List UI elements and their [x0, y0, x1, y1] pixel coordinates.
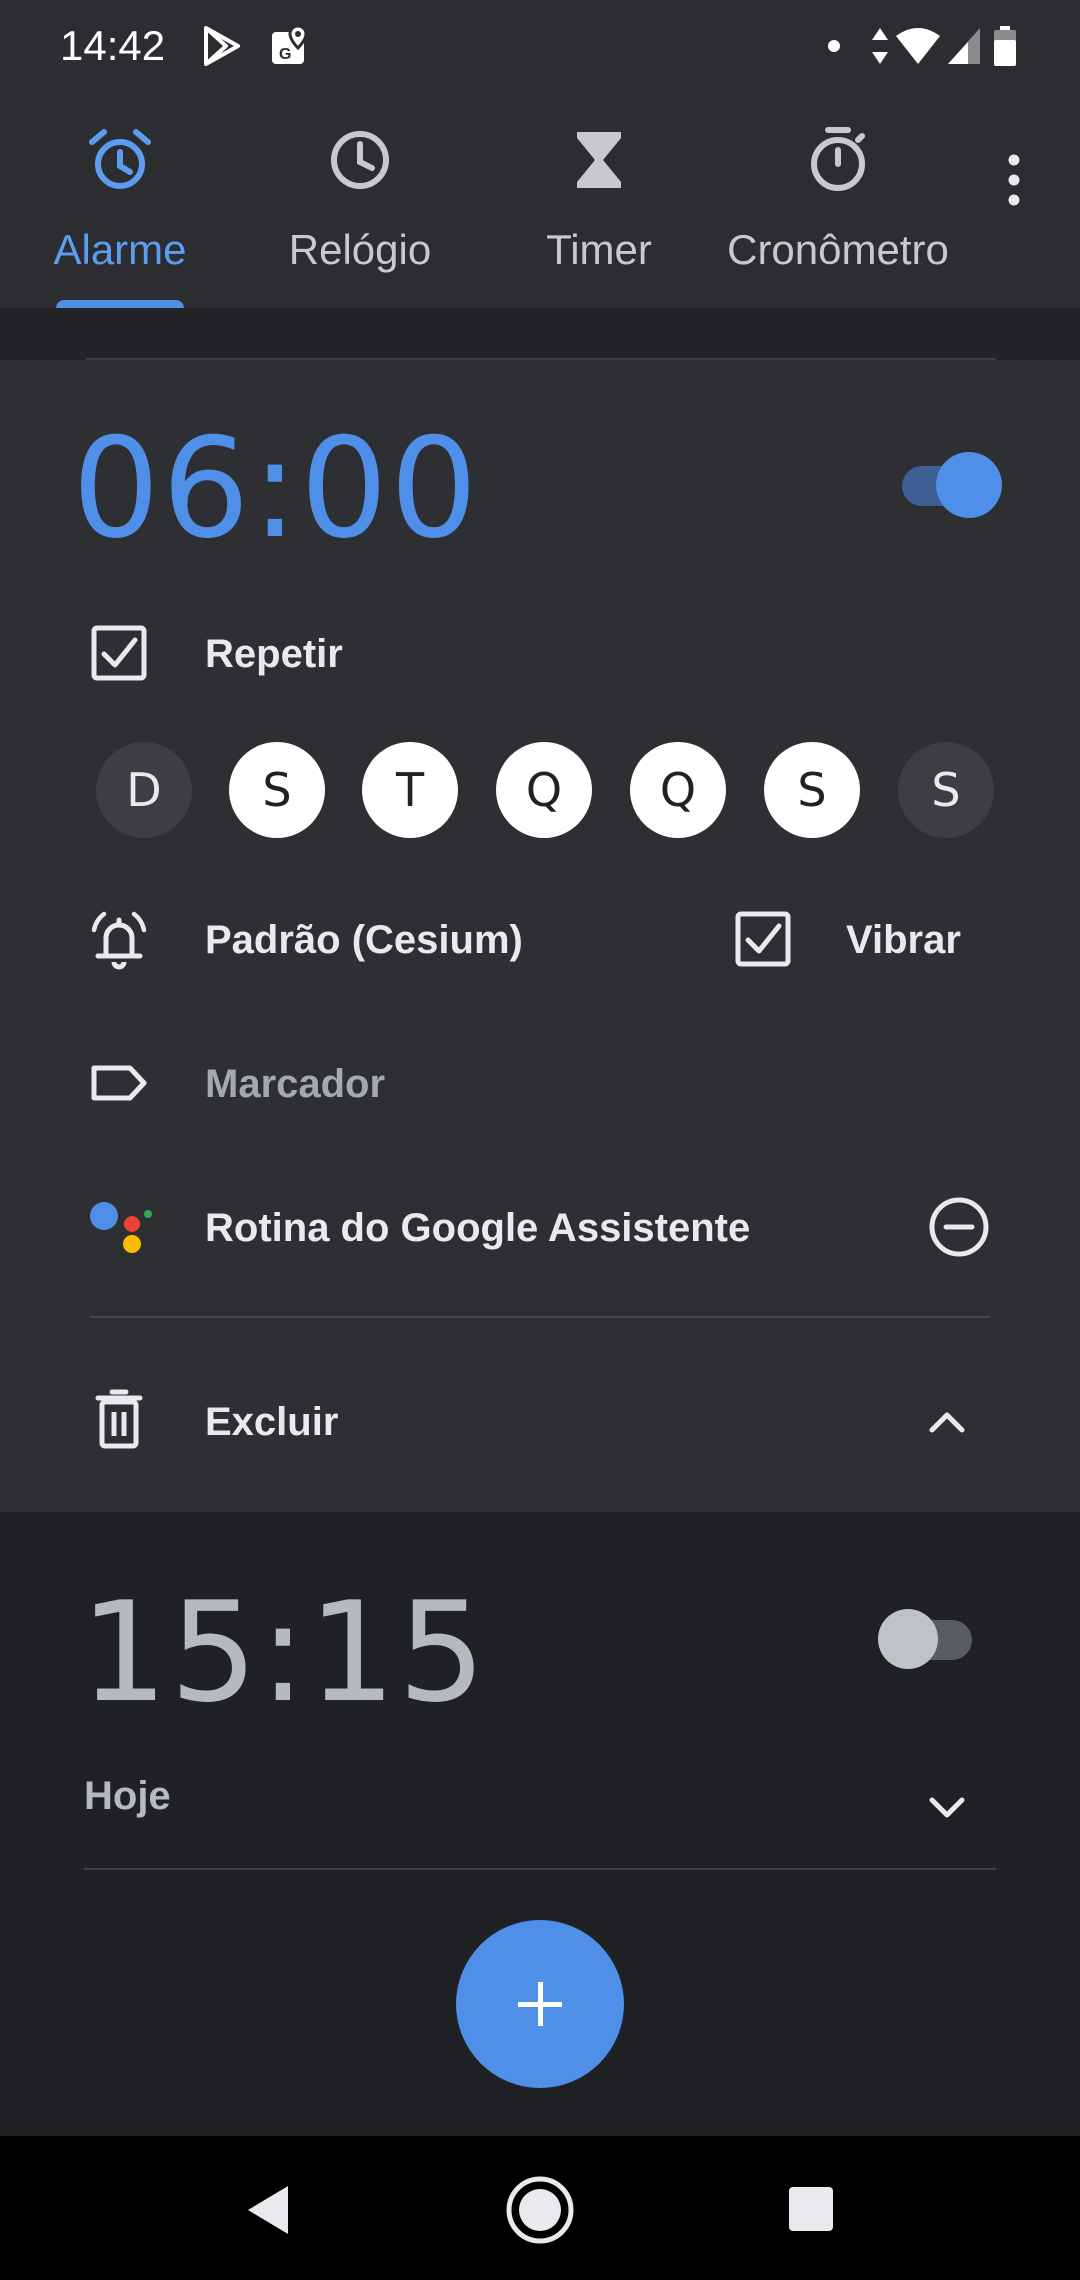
alarm-card-collapsed[interactable]: 15:15 Hoje: [0, 1512, 1080, 1912]
tab-label: Alarme: [53, 226, 187, 273]
alarm-schedule: Hoje: [84, 1774, 171, 1818]
add-alarm-button[interactable]: [456, 1920, 624, 2088]
plus-icon: [538, 1982, 543, 2026]
alarm-icon: [89, 129, 151, 189]
tab-bar: Alarme Relógio Timer Cronômetro: [0, 96, 1080, 308]
checkbox-checked-icon[interactable]: [86, 620, 152, 686]
days-row: D S T Q Q S S: [0, 742, 1080, 842]
vibrate-label: Vibrar: [846, 918, 961, 962]
alarm-toggle[interactable]: [902, 452, 1002, 518]
label-tag-icon: [91, 1065, 147, 1101]
repeat-label: Repetir: [205, 632, 343, 676]
toggle-thumb: [936, 452, 1002, 518]
day-sunday[interactable]: D: [96, 742, 192, 838]
tab-label: Relógio: [288, 226, 432, 273]
alarm-time[interactable]: 15:15: [80, 1572, 488, 1733]
back-icon[interactable]: [242, 2182, 294, 2238]
home-icon[interactable]: [504, 2174, 576, 2246]
ringtone-row: Padrão (Cesium) Vibrar: [0, 900, 1080, 980]
day-friday[interactable]: S: [764, 742, 860, 838]
day-monday[interactable]: S: [229, 742, 325, 838]
trash-icon[interactable]: [86, 1386, 152, 1452]
alarm-toggle[interactable]: [878, 1606, 974, 1672]
repeat-row[interactable]: Repetir: [0, 614, 1080, 694]
chevron-up-icon[interactable]: [914, 1388, 980, 1454]
notification-dot-icon: [828, 40, 840, 52]
status-time: 14:42: [60, 22, 166, 69]
day-tuesday[interactable]: T: [362, 742, 458, 838]
stopwatch-icon: [811, 127, 865, 191]
assistant-row[interactable]: Rotina do Google Assistente: [0, 1188, 1080, 1268]
cell-signal-icon: [948, 28, 980, 64]
tab-indicator: [56, 300, 184, 308]
tab-label: Cronômetro: [727, 226, 949, 273]
vibrate-checkbox-icon[interactable]: [730, 906, 796, 972]
alarm-card-expanded[interactable]: 06:00 Repetir D S T Q Q S S Padrão (Cesi…: [0, 360, 1080, 1512]
delete-row: Excluir: [0, 1382, 1080, 1462]
more-options-icon[interactable]: [990, 150, 1038, 210]
assistant-label: Rotina do Google Assistente: [205, 1206, 751, 1250]
ringtone-label[interactable]: Padrão (Cesium): [205, 918, 523, 963]
tab-stopwatch[interactable]: Cronômetro: [708, 96, 968, 308]
google-assistant-icon: [90, 1202, 152, 1253]
toggle-thumb: [878, 1609, 938, 1669]
wifi-icon: [896, 28, 940, 64]
divider: [90, 1316, 990, 1318]
recents-icon[interactable]: [786, 2184, 836, 2234]
alarm-time[interactable]: 06:00: [72, 408, 480, 569]
maps-icon: G: [272, 24, 308, 64]
day-thursday[interactable]: Q: [630, 742, 726, 838]
alarm-bell-icon[interactable]: [86, 906, 152, 972]
svg-text:G: G: [279, 46, 291, 63]
tab-alarm[interactable]: Alarme: [30, 96, 210, 308]
divider: [84, 1868, 996, 1870]
tab-label: Timer: [546, 226, 652, 273]
chevron-down-icon[interactable]: [914, 1776, 980, 1842]
play-store-icon: [204, 26, 240, 66]
data-transfer-icon: [872, 28, 888, 64]
remove-circle-icon[interactable]: [926, 1194, 992, 1260]
navigation-bar: [0, 2136, 1080, 2280]
day-saturday[interactable]: S: [898, 742, 994, 838]
hourglass-icon: [577, 132, 621, 188]
label-placeholder: Marcador: [205, 1062, 386, 1106]
battery-icon: [994, 26, 1016, 66]
label-row[interactable]: Marcador: [0, 1044, 1080, 1124]
status-bar: 14:42 G: [0, 0, 1080, 96]
delete-label[interactable]: Excluir: [205, 1400, 338, 1445]
list-top-gap: [0, 308, 1080, 360]
tab-clock[interactable]: Relógio: [270, 96, 450, 308]
clock-icon: [331, 131, 389, 189]
tab-timer[interactable]: Timer: [509, 96, 689, 308]
day-wednesday[interactable]: Q: [496, 742, 592, 838]
